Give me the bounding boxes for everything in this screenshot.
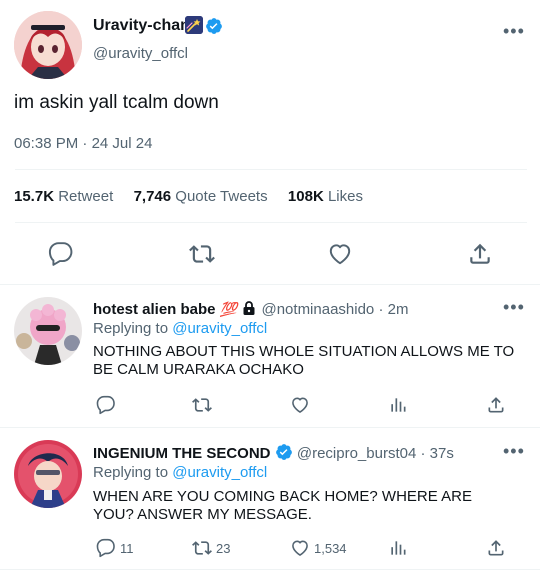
reply-button[interactable] bbox=[48, 241, 74, 267]
more-options-icon[interactable]: ••• bbox=[503, 298, 525, 316]
analytics-button[interactable] bbox=[388, 538, 408, 558]
share-icon bbox=[470, 243, 490, 264]
quotes-count: 7,746 bbox=[133, 188, 172, 205]
shooting-star-emoji-icon bbox=[185, 16, 203, 34]
share-button[interactable] bbox=[486, 395, 506, 415]
share-icon bbox=[488, 397, 504, 413]
retweet-button[interactable] bbox=[189, 241, 215, 267]
retweets-stat[interactable]: 15.7K Retweet bbox=[14, 188, 117, 205]
retweet-count: 23 bbox=[216, 540, 231, 556]
avatar[interactable] bbox=[14, 297, 82, 365]
heart-icon bbox=[292, 540, 308, 556]
like-button[interactable]: 1,534 bbox=[290, 538, 347, 558]
retweet-icon bbox=[189, 245, 215, 263]
reply-text: NOTHING ABOUT THIS WHOLE SITUATION ALLOW… bbox=[93, 343, 515, 378]
retweet-button[interactable] bbox=[192, 395, 216, 415]
replying-to-handle[interactable]: @uravity_offcl bbox=[172, 464, 267, 481]
share-button[interactable] bbox=[467, 241, 493, 267]
like-count: 1,534 bbox=[314, 540, 347, 556]
analytics-icon bbox=[391, 541, 406, 555]
display-name[interactable]: hotest alien babe bbox=[93, 301, 216, 318]
timestamp: 06:38 PM · 24 Jul 24 bbox=[14, 134, 152, 154]
separator-dot: · bbox=[378, 301, 384, 318]
heart-icon bbox=[329, 244, 351, 265]
analytics-icon bbox=[391, 398, 406, 412]
like-button[interactable] bbox=[327, 241, 353, 267]
replying-to-label: Replying to bbox=[93, 320, 169, 337]
reply-age[interactable]: 37s bbox=[430, 445, 454, 462]
avatar-image bbox=[14, 297, 82, 365]
reply-icon bbox=[96, 395, 115, 415]
hundred-points-emoji: 💯 bbox=[219, 301, 238, 317]
lock-icon bbox=[241, 300, 257, 316]
handle[interactable]: @recipro_burst04 bbox=[297, 445, 416, 462]
share-button[interactable] bbox=[486, 538, 506, 558]
separator-dot: · bbox=[420, 445, 426, 462]
retweet-icon bbox=[192, 541, 212, 555]
handle[interactable]: @notminaashido bbox=[261, 301, 374, 318]
date[interactable]: 24 Jul 24 bbox=[92, 135, 153, 152]
reply-header: hotest alien babe 💯 @notminaashido · 2m bbox=[93, 299, 408, 320]
reply-button[interactable]: 11 bbox=[96, 538, 134, 558]
divider bbox=[0, 427, 540, 428]
quotes-stat[interactable]: 7,746 Quote Tweets bbox=[134, 188, 272, 205]
tweet-text: im askin yall tcalm down bbox=[14, 92, 219, 113]
display-name[interactable]: INGENIUM THE SECOND bbox=[93, 445, 271, 462]
avatar-image bbox=[14, 440, 82, 508]
reply-age[interactable]: 2m bbox=[388, 301, 409, 318]
reply-text: WHEN ARE YOU COMING BACK HOME? WHERE ARE… bbox=[93, 488, 472, 523]
reply-header: INGENIUM THE SECOND @recipro_burst04 · 3… bbox=[93, 443, 454, 464]
divider bbox=[0, 569, 540, 570]
replying-to-label: Replying to bbox=[93, 464, 169, 481]
like-button[interactable] bbox=[290, 395, 314, 415]
likes-label: Likes bbox=[327, 188, 363, 205]
replying-to: Replying to @uravity_offcl bbox=[93, 463, 267, 483]
retweet-icon bbox=[192, 398, 212, 412]
verified-badge-icon bbox=[205, 17, 223, 35]
reply-count: 11 bbox=[120, 540, 134, 556]
separator-dot: · bbox=[82, 135, 88, 152]
verified-badge-icon bbox=[275, 443, 293, 461]
display-name[interactable]: Uravity-chan bbox=[93, 16, 190, 36]
avatar-image bbox=[14, 11, 82, 79]
analytics-button[interactable] bbox=[388, 395, 408, 415]
avatar[interactable] bbox=[14, 440, 82, 508]
handle[interactable]: @uravity_offcl bbox=[93, 44, 188, 64]
divider bbox=[15, 169, 527, 170]
likes-stat[interactable]: 108K Likes bbox=[288, 188, 363, 205]
avatar[interactable] bbox=[14, 11, 82, 79]
replying-to-handle[interactable]: @uravity_offcl bbox=[172, 320, 267, 337]
retweets-label: Retweet bbox=[58, 188, 114, 205]
divider bbox=[15, 222, 527, 223]
more-options-icon[interactable]: ••• bbox=[503, 442, 525, 460]
replying-to: Replying to @uravity_offcl bbox=[93, 319, 267, 339]
retweet-button[interactable]: 23 bbox=[192, 538, 230, 558]
tweet-stats: 15.7K Retweet 7,746 Quote Tweets 108K Li… bbox=[14, 187, 363, 207]
reply-icon bbox=[48, 242, 73, 266]
divider bbox=[0, 284, 540, 285]
share-icon bbox=[488, 540, 504, 556]
reply-icon bbox=[96, 538, 115, 558]
retweets-count: 15.7K bbox=[14, 188, 55, 205]
more-options-icon[interactable]: ••• bbox=[503, 22, 525, 40]
time[interactable]: 06:38 PM bbox=[14, 135, 78, 152]
reply-button[interactable] bbox=[96, 395, 120, 415]
heart-icon bbox=[292, 397, 308, 413]
quotes-label: Quote Tweets bbox=[175, 188, 268, 205]
likes-count: 108K bbox=[287, 188, 324, 205]
